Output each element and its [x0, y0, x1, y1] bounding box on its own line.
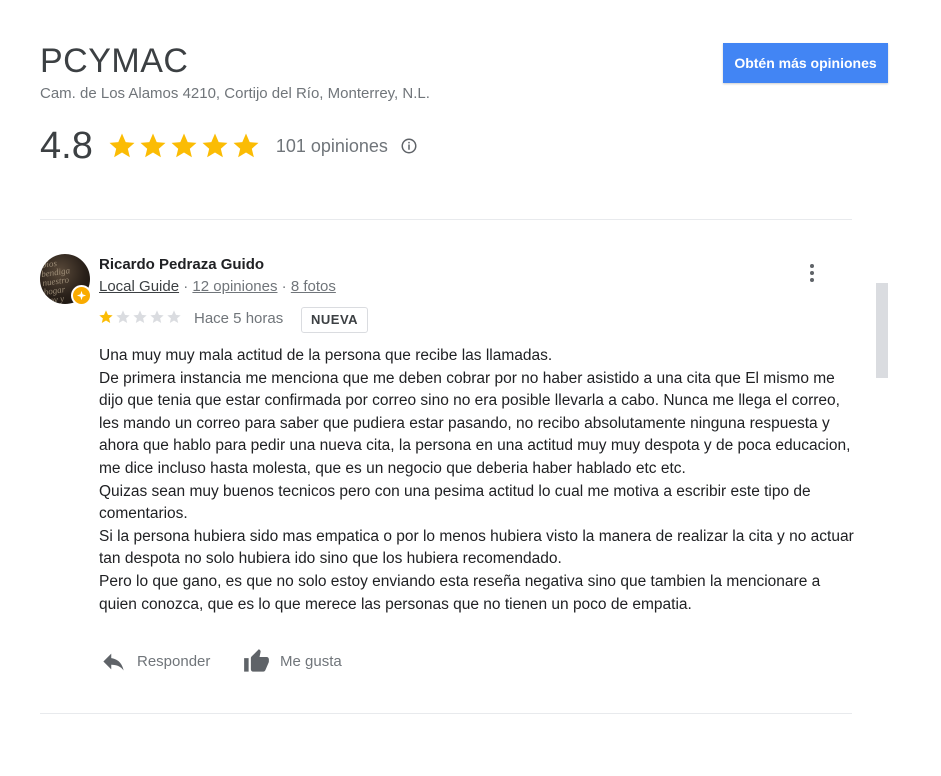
star-icon — [99, 310, 113, 323]
review-paragraph: Si la persona hubiera sido mas empatica … — [99, 527, 854, 568]
business-address: Cam. de Los Alamos 4210, Cortijo del Río… — [40, 85, 430, 102]
review-time: Hace 5 horas — [194, 310, 284, 327]
review-paragraph: Quizas sean muy buenos tecnicos pero con… — [99, 482, 811, 523]
star-icon — [202, 133, 228, 158]
reviewer-review-count[interactable]: 12 opiniones — [192, 278, 277, 295]
review-count[interactable]: 101 opiniones — [276, 136, 388, 157]
divider — [40, 713, 852, 714]
star-icon — [109, 133, 135, 158]
info-icon[interactable] — [400, 137, 418, 155]
reviewer-name[interactable]: Ricardo Pedraza Guido — [99, 256, 264, 273]
reviewer-meta: Local Guide · 12 opiniones · 8 fotos — [99, 278, 336, 295]
review-text: Una muy muy mala actitud de la persona q… — [99, 345, 859, 616]
meta-separator: · — [277, 278, 291, 295]
star-icon — [140, 133, 166, 158]
star-icon — [133, 310, 147, 323]
divider — [40, 219, 852, 220]
star-icon — [167, 310, 181, 323]
like-button[interactable]: Me gusta — [243, 648, 342, 675]
local-guide-label[interactable]: Local Guide — [99, 278, 179, 295]
more-options-icon[interactable] — [801, 260, 823, 286]
reply-icon — [103, 653, 124, 671]
scrollbar-thumb[interactable] — [876, 283, 888, 378]
new-badge: NUEVA — [301, 307, 369, 333]
local-guide-badge-icon — [71, 285, 92, 306]
get-more-reviews-button[interactable]: Obtén más opiniones — [723, 43, 888, 83]
average-rating: 4.8 — [40, 124, 93, 167]
thumbs-up-icon — [244, 649, 269, 672]
review-stars — [98, 309, 182, 325]
review-paragraph: De primera instancia me menciona que me … — [99, 369, 851, 477]
reviewer-photo-count[interactable]: 8 fotos — [291, 278, 336, 295]
like-label: Me gusta — [280, 653, 342, 670]
rating-summary: 4.8 101 opiniones — [40, 124, 418, 168]
review-paragraph: Una muy muy mala actitud de la persona q… — [99, 347, 553, 364]
reply-label: Responder — [137, 653, 211, 670]
reply-button[interactable]: Responder — [100, 648, 210, 675]
star-icon — [116, 310, 130, 323]
meta-separator: · — [179, 278, 193, 295]
star-icon — [171, 133, 197, 158]
review-paragraph: Pero lo que gano, es que no solo estoy e… — [99, 572, 821, 613]
business-name: PCYMAC — [40, 42, 189, 80]
star-icon — [233, 133, 259, 158]
star-icon — [150, 310, 164, 323]
rating-stars — [107, 131, 261, 161]
